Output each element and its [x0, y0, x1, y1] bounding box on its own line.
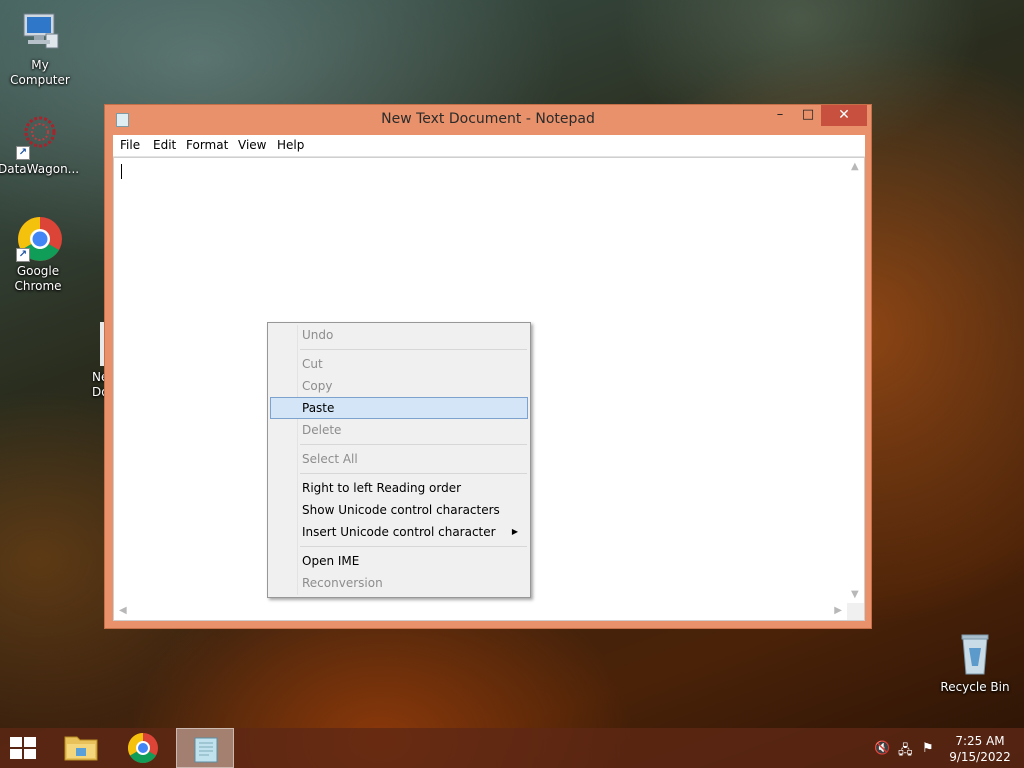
ctx-right-to-left[interactable]: Right to left Reading order — [270, 477, 528, 499]
datawagon-icon: ↗ — [14, 112, 62, 160]
menu-bar: File Edit Format View Help — [113, 135, 865, 157]
submenu-arrow-icon: ▶ — [511, 527, 518, 536]
clock-time: 7:25 AM — [955, 734, 1005, 748]
horizontal-scrollbar[interactable]: ◀ ▶ — [114, 603, 847, 620]
scroll-left-icon[interactable]: ◀ — [119, 605, 127, 616]
start-button[interactable] — [10, 737, 38, 759]
maximize-button[interactable]: □ — [795, 105, 821, 126]
recycle-bin-icon — [951, 630, 999, 678]
action-center-flag-icon[interactable]: ⚑ — [922, 741, 934, 756]
taskbar: 🔇 🖧 ⚑ 7:25 AM 9/15/2022 — [0, 728, 1024, 768]
ctx-delete[interactable]: Delete — [270, 419, 528, 441]
scroll-right-icon[interactable]: ▶ — [834, 605, 842, 616]
scroll-up-icon[interactable]: ▲ — [851, 161, 859, 172]
menu-separator — [300, 349, 527, 350]
ctx-show-unicode[interactable]: Show Unicode control characters — [270, 499, 528, 521]
window-title: New Text Document - Notepad — [381, 111, 595, 127]
menu-separator — [300, 444, 527, 445]
close-button[interactable]: ✕ — [821, 105, 867, 126]
menu-edit[interactable]: Edit — [153, 138, 176, 152]
taskbar-file-explorer[interactable] — [52, 728, 110, 768]
menu-view[interactable]: View — [238, 138, 266, 152]
menu-separator — [300, 473, 527, 474]
scrollbar-corner — [847, 603, 864, 620]
windows-logo-icon — [10, 737, 22, 747]
desktop-icon-label: My Computer — [10, 58, 70, 87]
chrome-icon: ↗ — [14, 214, 62, 262]
ctx-reconversion[interactable]: Reconversion — [270, 572, 528, 594]
computer-icon — [16, 8, 64, 56]
shortcut-arrow-icon: ↗ — [16, 146, 30, 160]
desktop-icon-google-chrome[interactable]: ↗ Google Chrome — [0, 214, 78, 294]
title-bar[interactable]: New Text Document - Notepad – □ ✕ — [105, 105, 871, 135]
menu-separator — [300, 546, 527, 547]
ctx-copy[interactable]: Copy — [270, 375, 528, 397]
ctx-cut[interactable]: Cut — [270, 353, 528, 375]
text-caret — [121, 164, 122, 179]
desktop-icon-label: Recycle Bin — [940, 680, 1010, 694]
desktop-icon-label: Google Chrome — [14, 264, 62, 293]
ctx-insert-unicode[interactable]: Insert Unicode control character ▶ — [270, 521, 528, 543]
context-menu: Undo Cut Copy Paste Delete Select All Ri… — [267, 322, 531, 598]
shortcut-arrow-icon: ↗ — [16, 248, 30, 262]
ctx-insert-unicode-label: Insert Unicode control character — [302, 525, 496, 539]
clock-date: 9/15/2022 — [949, 750, 1011, 764]
folder-icon — [64, 736, 98, 761]
scroll-down-icon[interactable]: ▼ — [851, 589, 859, 600]
desktop-icon-datawagon[interactable]: ↗ DataWagon... — [0, 112, 80, 177]
desktop-icon-recycle-bin[interactable]: Recycle Bin — [935, 630, 1015, 695]
system-clock[interactable]: 7:25 AM 9/15/2022 — [944, 733, 1016, 765]
ctx-select-all[interactable]: Select All — [270, 448, 528, 470]
network-icon[interactable]: 🖧 — [898, 741, 913, 763]
ctx-paste[interactable]: Paste — [270, 397, 528, 419]
menu-file[interactable]: File — [120, 138, 140, 152]
taskbar-notepad[interactable] — [176, 728, 234, 768]
chrome-icon — [127, 733, 158, 764]
menu-help[interactable]: Help — [277, 138, 304, 152]
vertical-scrollbar[interactable]: ▲ ▼ — [847, 158, 864, 603]
ctx-open-ime[interactable]: Open IME — [270, 550, 528, 572]
notepad-icon — [194, 737, 218, 763]
ctx-undo[interactable]: Undo — [270, 324, 528, 346]
menu-format[interactable]: Format — [186, 138, 228, 152]
desktop-icon-label: DataWagon... — [0, 162, 80, 176]
taskbar-chrome[interactable] — [114, 728, 172, 768]
minimize-button[interactable]: – — [767, 105, 793, 126]
desktop-icon-my-computer[interactable]: My Computer — [0, 8, 80, 88]
volume-muted-icon[interactable]: 🔇 — [874, 741, 890, 756]
